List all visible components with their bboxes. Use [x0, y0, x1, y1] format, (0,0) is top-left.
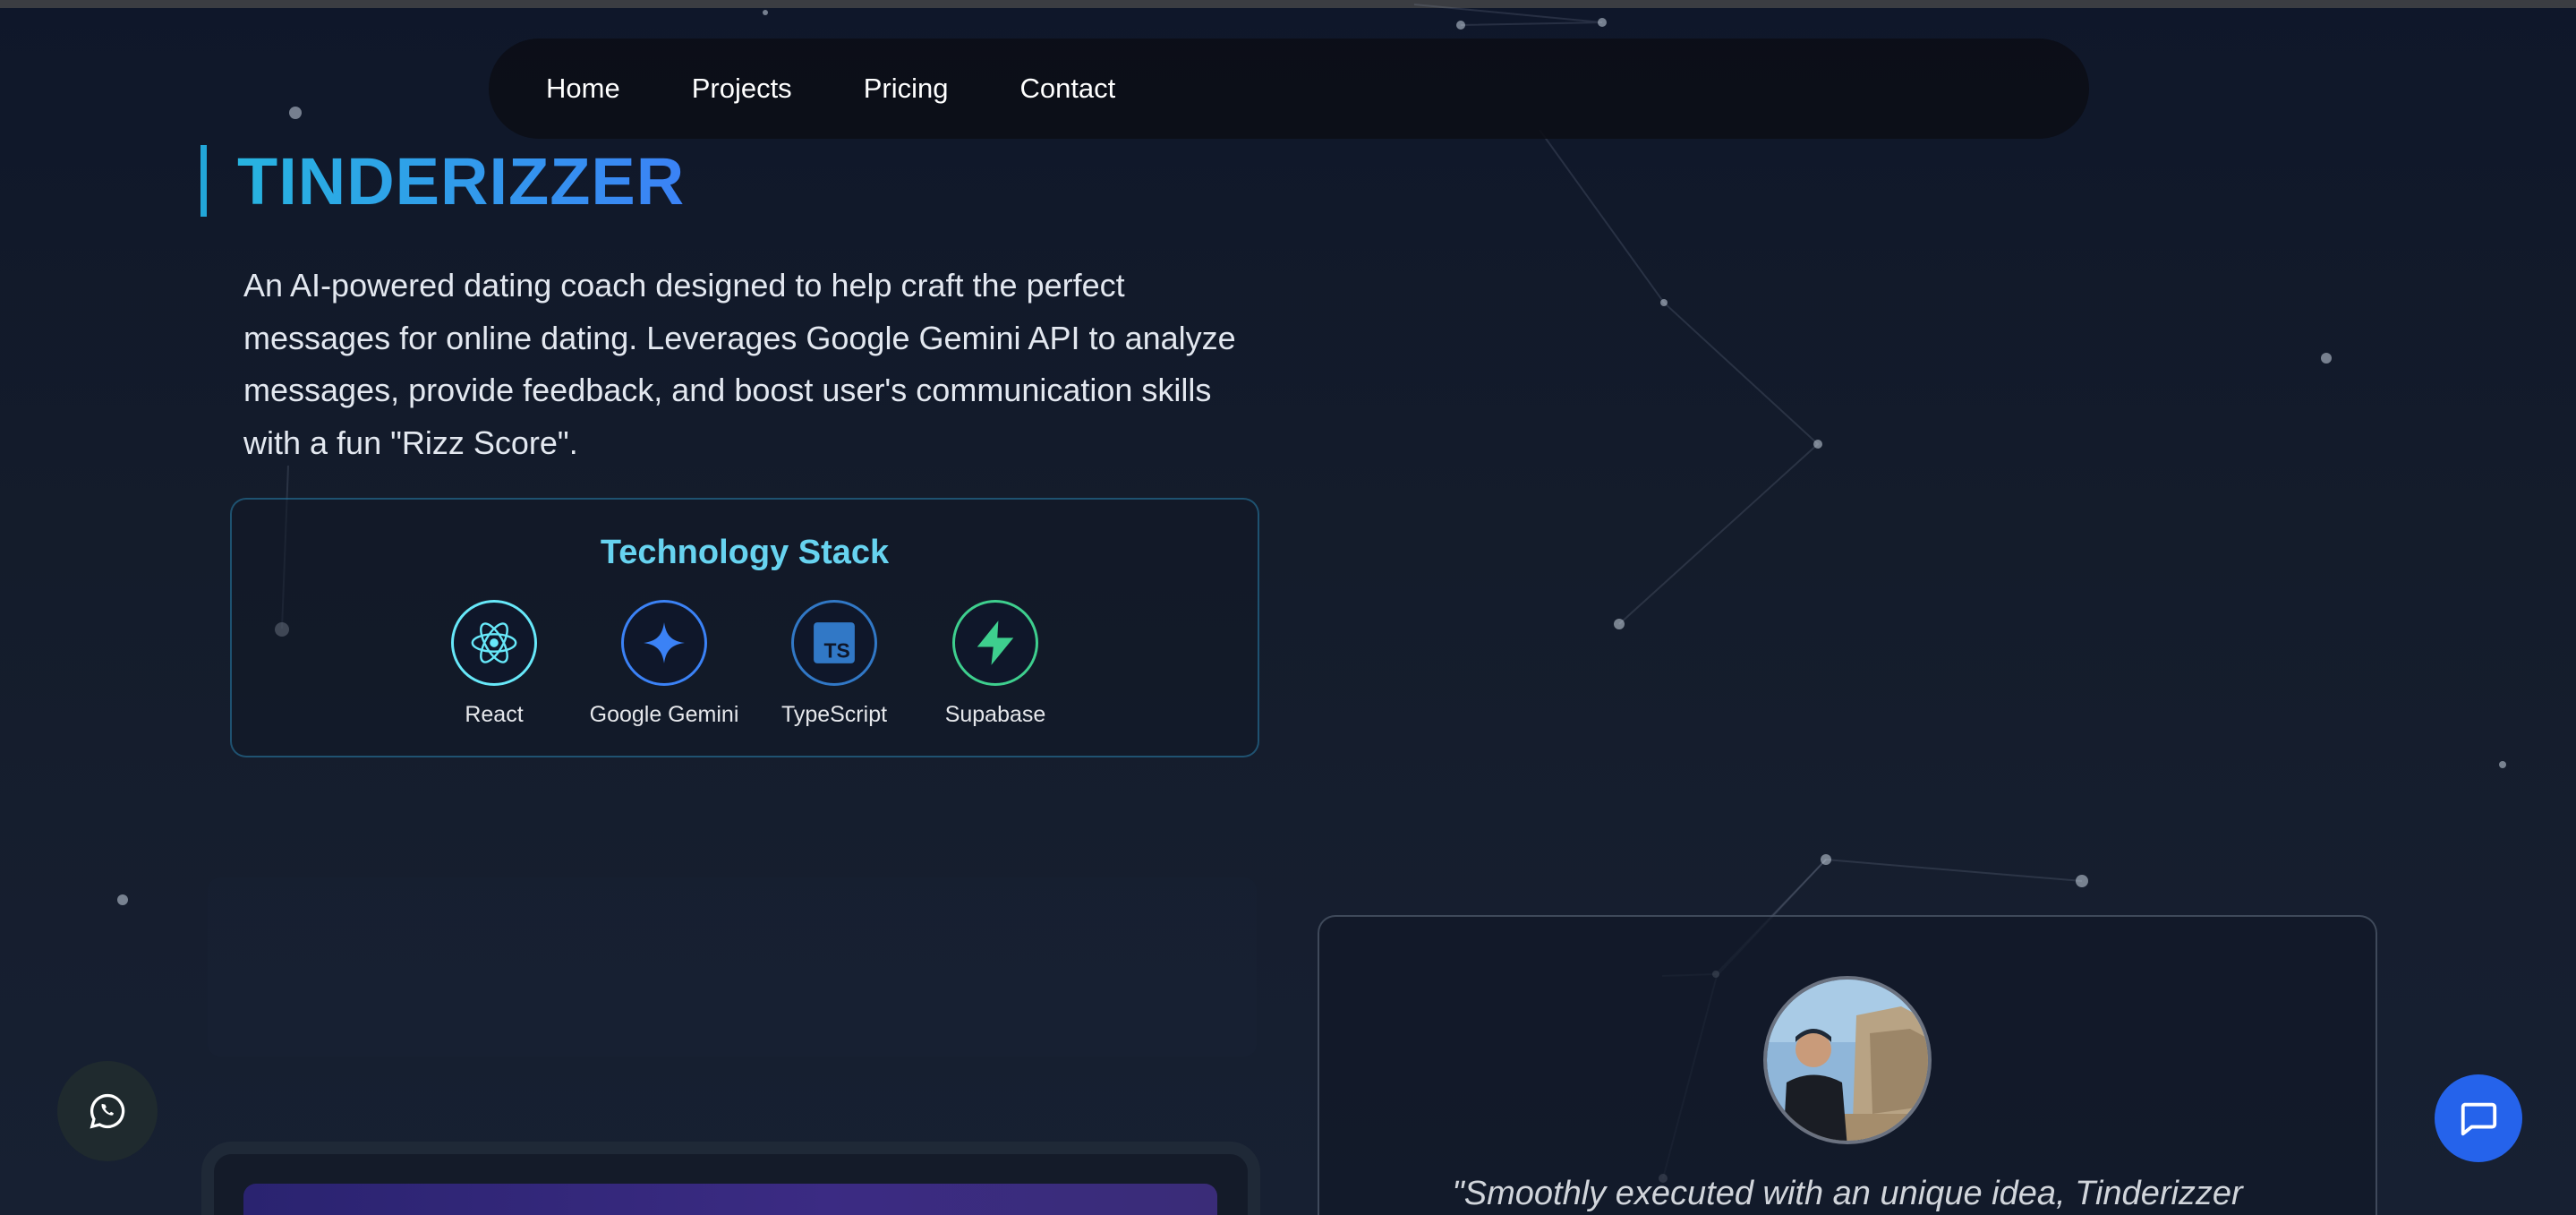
tech-item-google-gemini: Google Gemini	[588, 600, 740, 728]
nav-projects-link[interactable]: Projects	[692, 73, 792, 105]
technology-stack-title: Technology Stack	[600, 534, 890, 571]
project-preview-image	[243, 1184, 1217, 1215]
tech-label-supabase: Supabase	[944, 702, 1046, 727]
testimonial-avatar	[1763, 976, 1932, 1144]
browser-top-edge	[0, 0, 2576, 8]
testimonial-quote: "Smoothly executed with an unique idea, …	[1452, 1175, 2243, 1212]
tech-item-react: React	[427, 600, 561, 728]
chat-button[interactable]	[2435, 1074, 2522, 1162]
react-icon	[451, 600, 537, 686]
nav-pricing-link[interactable]: Pricing	[864, 73, 949, 105]
project-description: An AI-powered dating coach designed to h…	[243, 267, 1236, 461]
page: Home Projects Pricing Contact TINDERIZZE…	[0, 0, 2576, 1215]
nav-contact-link[interactable]: Contact	[1019, 73, 1115, 105]
technology-stack-card: Technology Stack React Google Gemini TS …	[230, 498, 1259, 757]
main-nav: Home Projects Pricing Contact	[489, 39, 2089, 139]
faded-panel	[208, 877, 1257, 1057]
svg-text:TS: TS	[823, 639, 849, 663]
whatsapp-icon	[90, 1093, 125, 1129]
supabase-bolt-icon	[952, 600, 1038, 686]
typescript-icon: TS	[791, 600, 877, 686]
chat-bubble-icon	[2461, 1102, 2497, 1136]
technology-stack-list: React Google Gemini TS TypeScript Supaba…	[232, 600, 1258, 728]
tech-label-google-gemini: Google Gemini	[589, 702, 739, 727]
tech-item-supabase: Supabase	[928, 600, 1062, 728]
tech-label-react: React	[465, 702, 524, 727]
project-title: TINDERIZZER	[237, 141, 685, 222]
tech-label-typescript: TypeScript	[780, 702, 888, 727]
nav-home-link[interactable]: Home	[546, 73, 620, 105]
sparkle-icon	[621, 600, 707, 686]
title-accent-bar	[200, 145, 207, 217]
whatsapp-button[interactable]	[57, 1061, 158, 1161]
tech-item-typescript: TS TypeScript	[767, 600, 901, 728]
